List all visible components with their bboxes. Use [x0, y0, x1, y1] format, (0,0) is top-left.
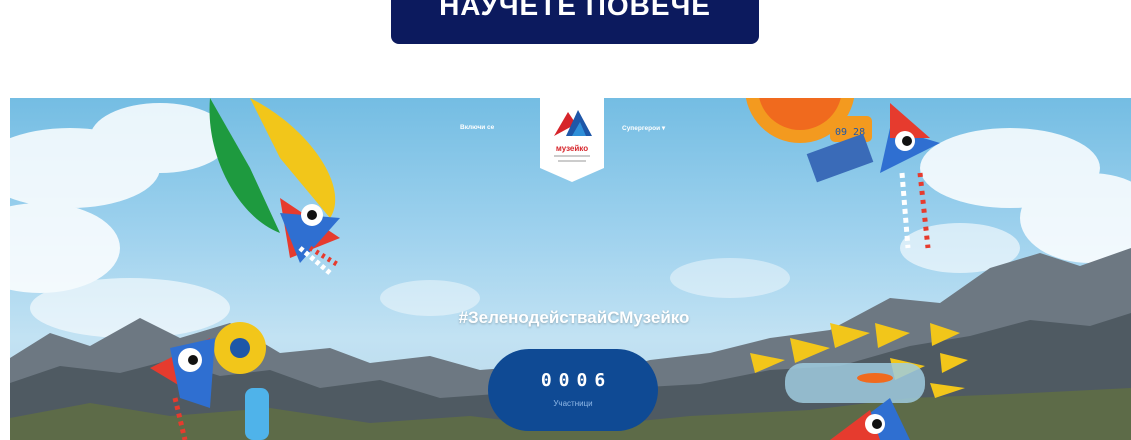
logo-badge [540, 98, 604, 182]
green-bird-illustration [209, 98, 342, 275]
nav-superheroes-dropdown[interactable]: Супергерои ▾ [622, 124, 665, 132]
logo-text: музейко [555, 144, 589, 153]
muzeyko-logo[interactable]: музейко [540, 98, 604, 182]
hashtag-title: #ЗеленодействайСМузейко [458, 308, 690, 327]
learn-more-label: НАУЧЕТЕ ПОВЕЧЕ [439, 0, 711, 21]
learn-more-button[interactable]: НАУЧЕТЕ ПОВЕЧЕ [391, 0, 759, 44]
participants-counter: 0006 Участници [488, 349, 658, 431]
nav-get-involved-link[interactable]: Включи се [460, 124, 494, 131]
counter-value: 0006 [540, 370, 613, 391]
counter-label: Участници [553, 399, 593, 408]
hero-banner: 09 28 Включи се музейко Супергерои ▾ #Зе… [10, 98, 1131, 440]
